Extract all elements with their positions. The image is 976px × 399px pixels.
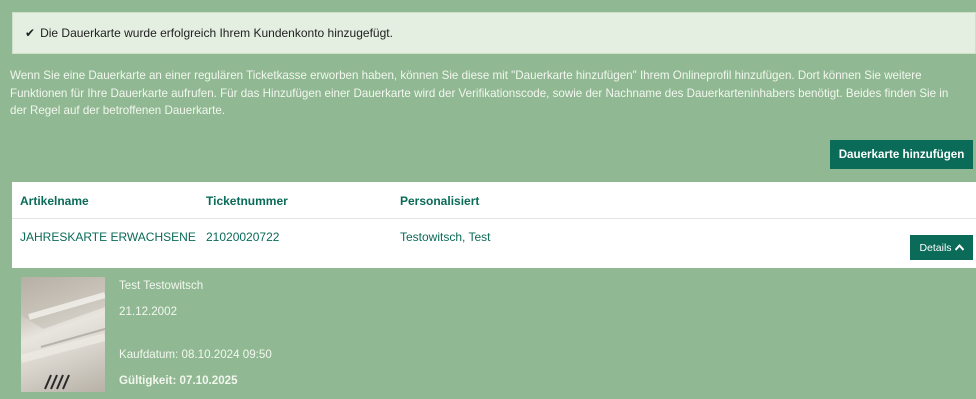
check-icon: ✔ bbox=[25, 26, 36, 40]
add-season-ticket-button[interactable]: Dauerkarte hinzufügen bbox=[830, 140, 973, 169]
table-header: Artikelname Ticketnummer Personalisiert bbox=[12, 182, 976, 219]
info-line-3: der Regel auf der betroffenen Dauerkarte… bbox=[10, 104, 226, 117]
holder-birthdate: 21.12.2002 bbox=[119, 305, 178, 318]
holder-photo bbox=[21, 277, 105, 392]
details-label: Details bbox=[919, 241, 952, 254]
column-header-personalisiert: Personalisiert bbox=[400, 194, 480, 208]
info-line-2: Funktionen für Ihre Dauerkarte aufrufen.… bbox=[10, 86, 949, 100]
alert-message: Die Dauerkarte wurde erfolgreich Ihrem K… bbox=[40, 26, 393, 40]
column-header-artikelname: Artikelname bbox=[20, 194, 89, 208]
cell-personalisiert: Testowitsch, Test bbox=[400, 230, 491, 244]
chevron-up-icon bbox=[954, 243, 964, 253]
season-ticket-table: Artikelname Ticketnummer Personalisiert … bbox=[12, 182, 976, 268]
holder-name: Test Testowitsch bbox=[119, 279, 204, 292]
validity-date: Gültigkeit: 07.10.2025 bbox=[119, 374, 238, 387]
cell-artikelname: JAHRESKARTE ERWACHSENE bbox=[20, 230, 196, 244]
details-button[interactable]: Details bbox=[910, 235, 973, 260]
info-line-1: Wenn Sie eine Dauerkarte an einer regulä… bbox=[10, 69, 922, 82]
info-text: Wenn Sie eine Dauerkarte an einer regulä… bbox=[10, 67, 976, 120]
purchase-date: Kaufdatum: 08.10.2024 09:50 bbox=[119, 348, 272, 361]
success-alert: ✔ Die Dauerkarte wurde erfolgreich Ihrem… bbox=[12, 12, 976, 54]
cell-ticketnummer: 21020020722 bbox=[206, 230, 280, 244]
column-header-ticketnummer: Ticketnummer bbox=[206, 194, 288, 208]
